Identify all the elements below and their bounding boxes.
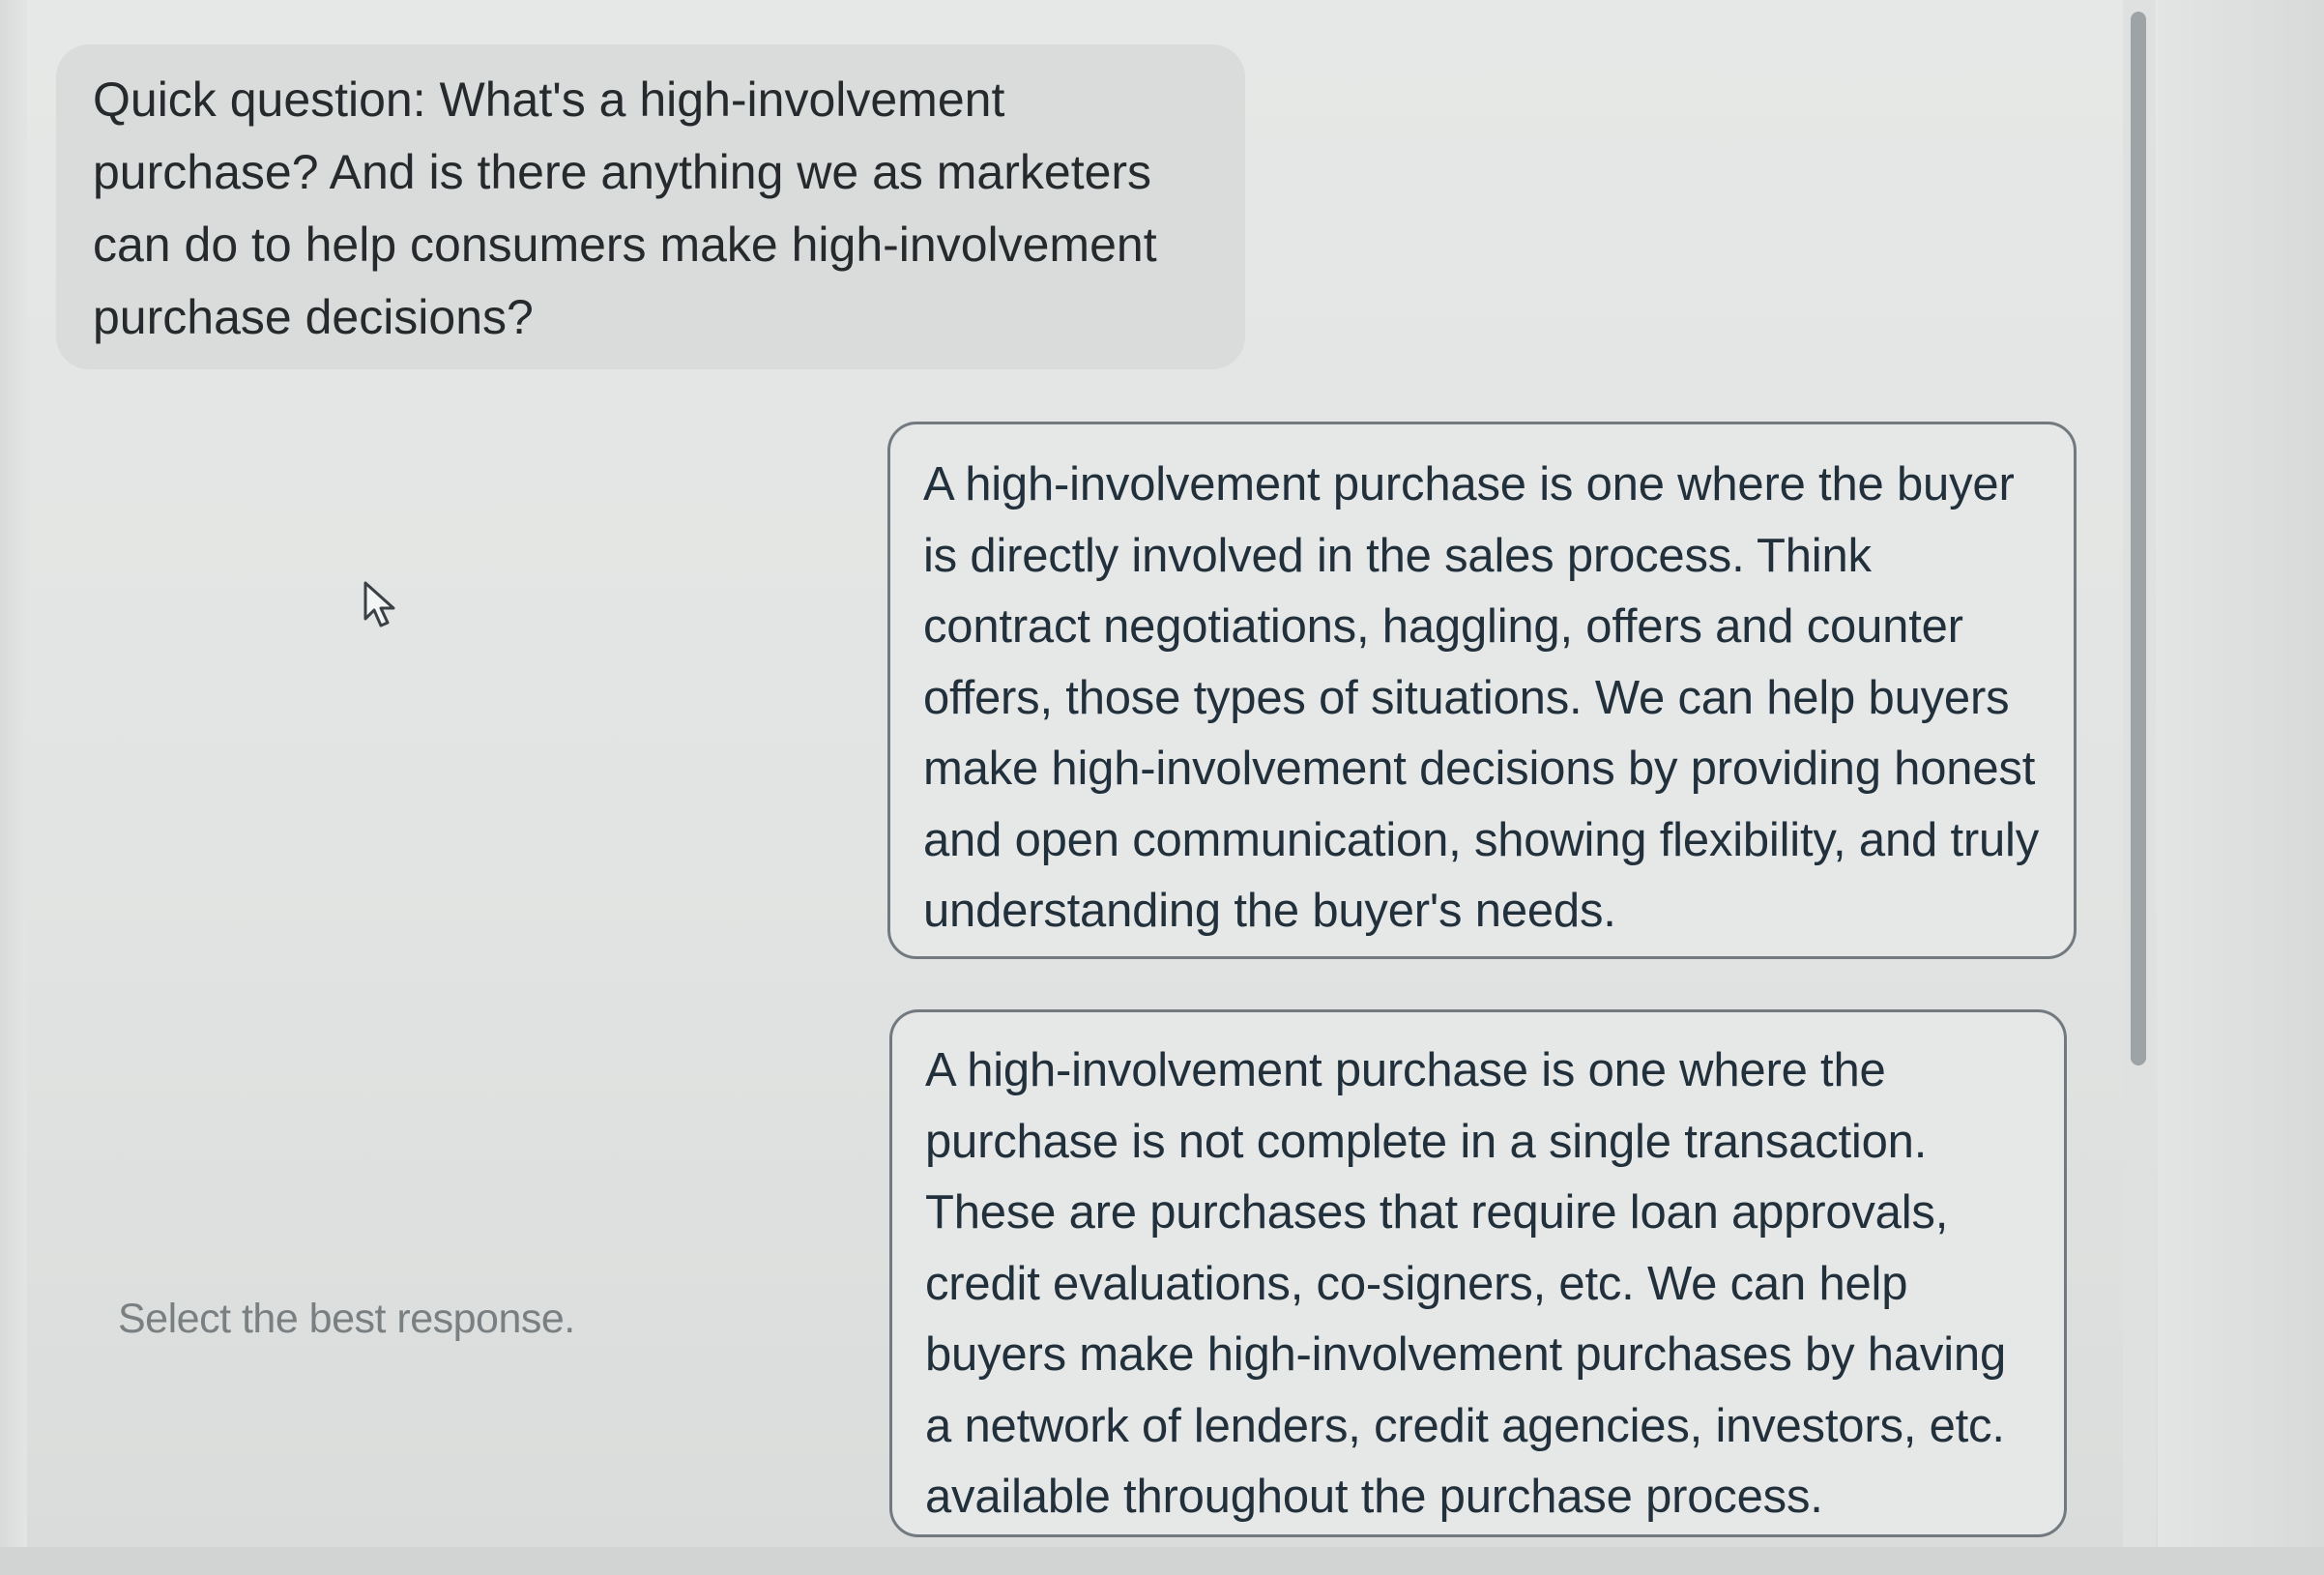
response-option-1[interactable]: A high-involvement purchase is one where… <box>887 422 2077 959</box>
chat-screen: Quick question: What's a high-involvemen… <box>0 0 2324 1575</box>
left-edge <box>0 0 27 1575</box>
select-best-response-hint: Select the best response. <box>118 1296 575 1342</box>
response-option-1-text: A high-involvement purchase is one where… <box>923 458 2040 937</box>
question-text: Quick question: What's a high-involvemen… <box>93 73 1157 344</box>
scrollbar-thumb[interactable] <box>2131 12 2146 1065</box>
question-bubble: Quick question: What's a high-involvemen… <box>56 44 1245 369</box>
response-option-2[interactable]: A high-involvement purchase is one where… <box>889 1009 2067 1537</box>
response-option-2-text: A high-involvement purchase is one where… <box>925 1044 2006 1523</box>
bottom-edge <box>0 1547 2324 1575</box>
mouse-pointer-icon <box>362 580 400 630</box>
right-panel <box>2158 0 2324 1575</box>
